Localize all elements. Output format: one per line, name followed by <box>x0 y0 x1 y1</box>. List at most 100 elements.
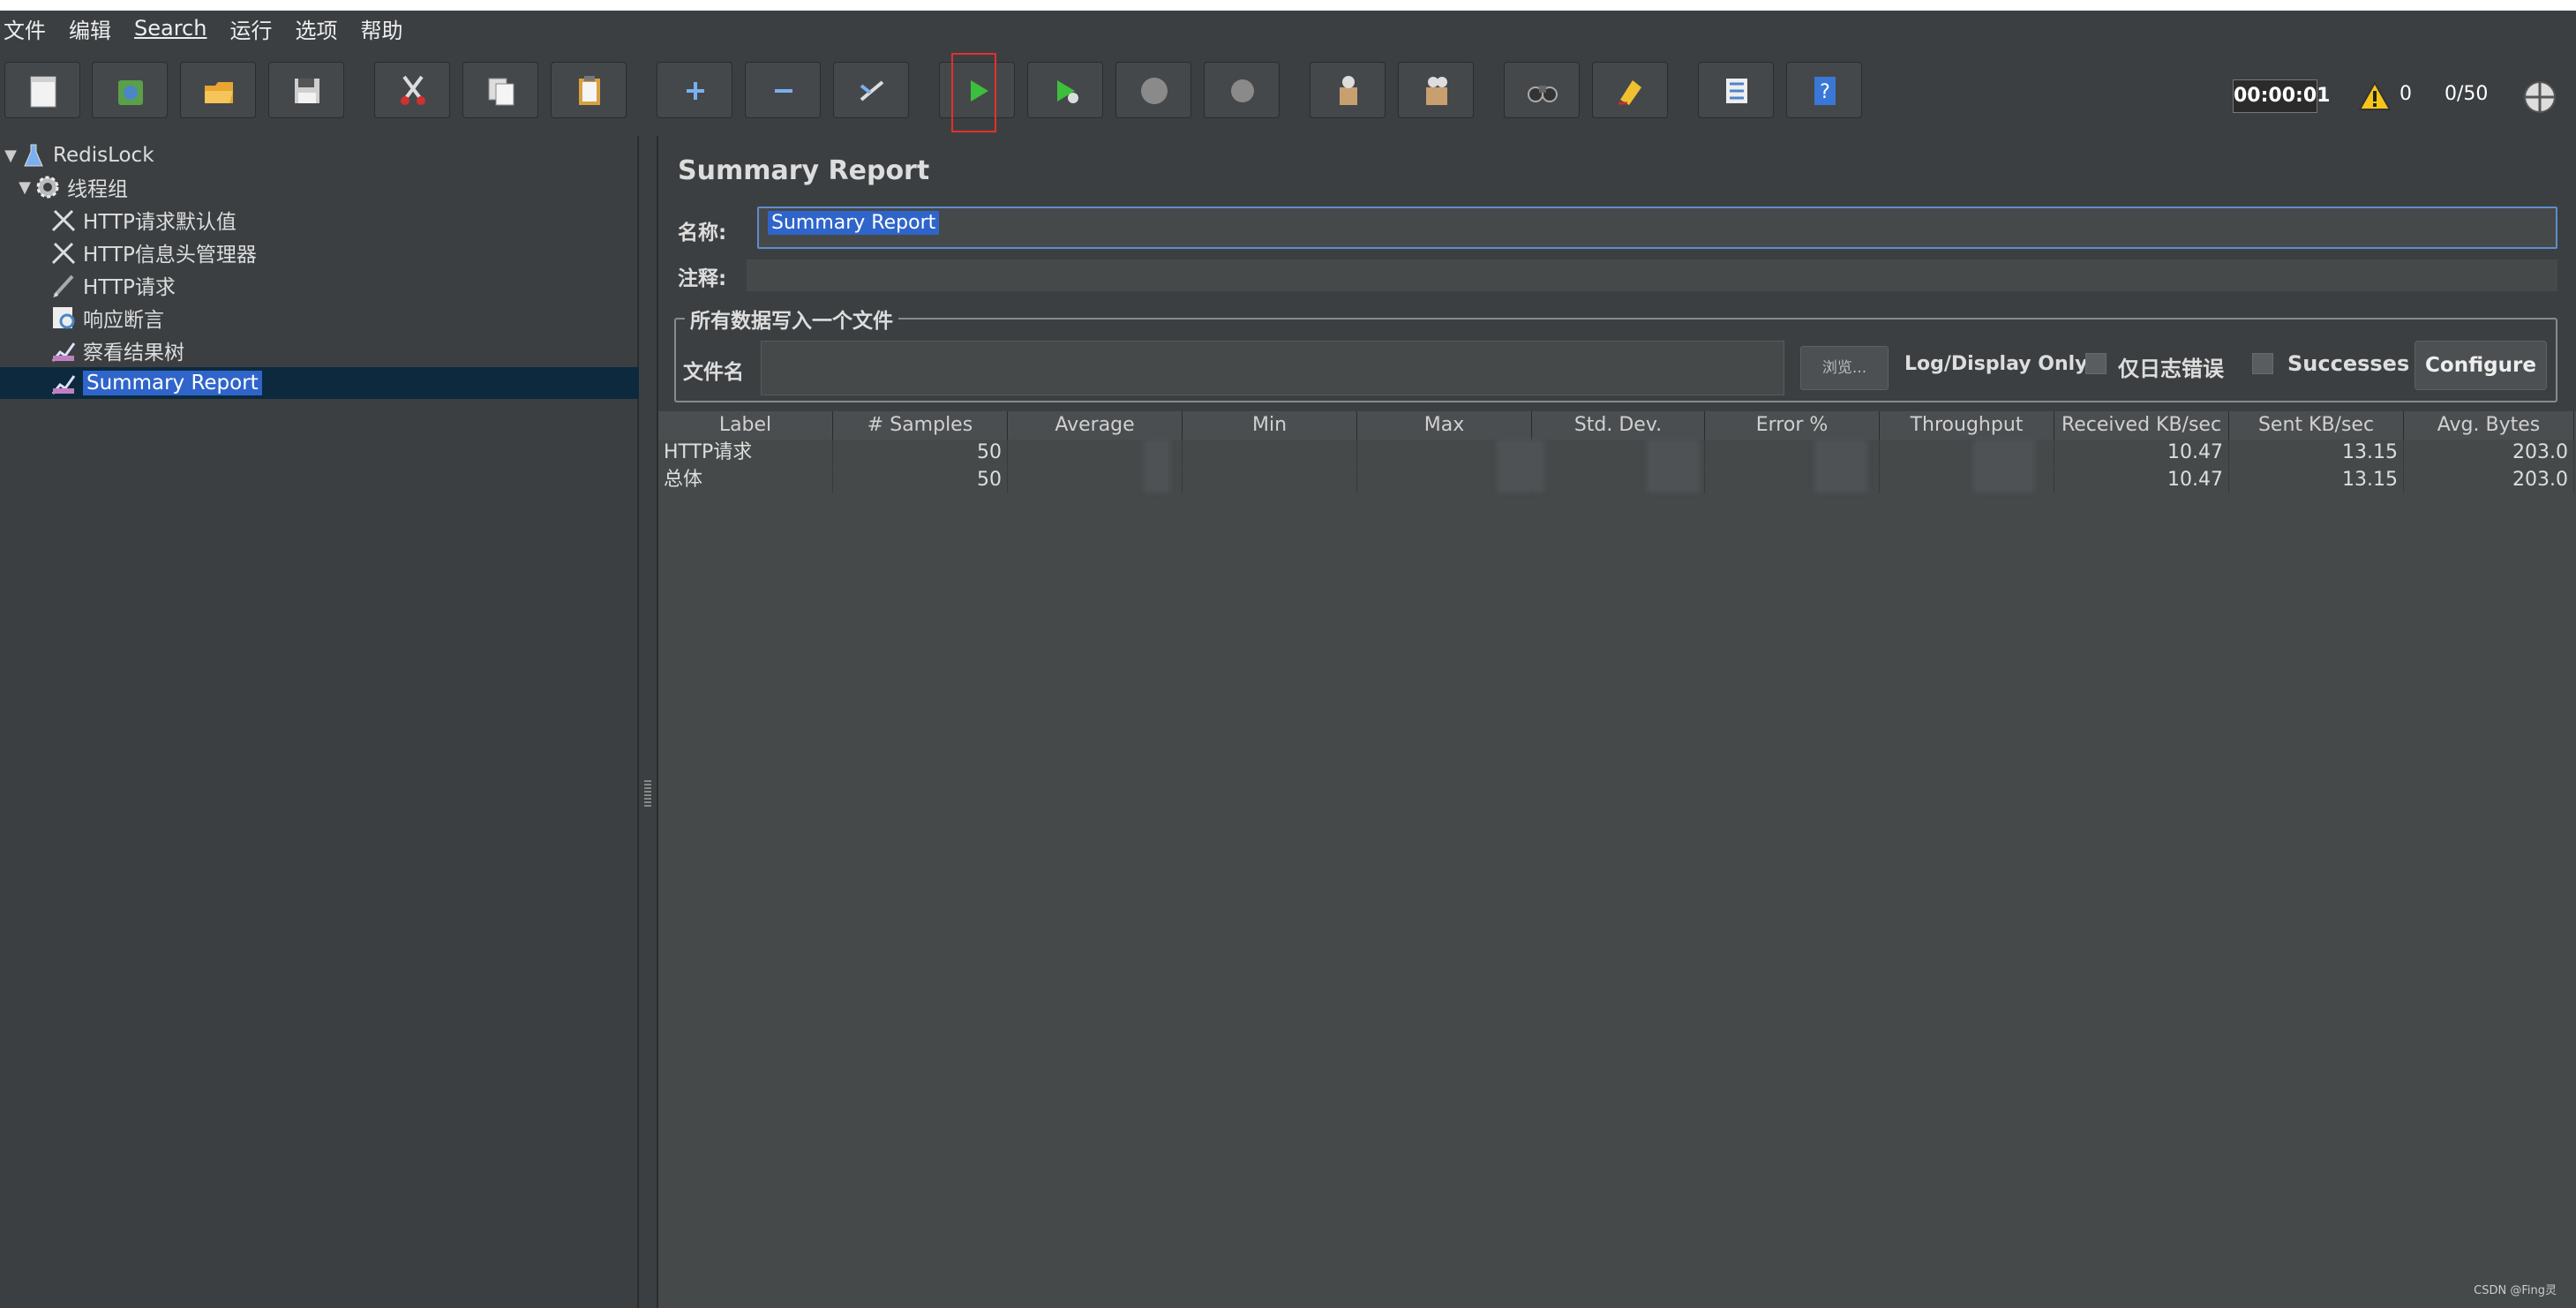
comment-label: 注释: <box>678 267 727 290</box>
cell-min <box>1183 440 1357 466</box>
expand-button[interactable] <box>657 62 732 118</box>
log-display-label: Log/Display Only: <box>1904 353 2096 375</box>
column-header[interactable]: Avg. Bytes <box>2404 411 2574 440</box>
menu-file[interactable]: 文件 <box>4 13 46 44</box>
cell-received-kb: 10.47 <box>2054 440 2229 466</box>
split-pane-divider[interactable] <box>639 136 658 1308</box>
collapse-button[interactable] <box>745 62 821 118</box>
column-header[interactable]: Received KB/sec <box>2054 411 2229 440</box>
clear-button[interactable] <box>1310 62 1386 118</box>
reset-search-icon <box>1618 80 1641 105</box>
chevron-down-icon[interactable]: ▼ <box>16 178 34 197</box>
name-field[interactable]: Summary Report <box>757 207 2557 249</box>
toggle-button[interactable] <box>833 62 909 118</box>
shutdown-button[interactable] <box>1204 62 1280 118</box>
scissors-icon <box>401 75 425 105</box>
clear-all-button[interactable] <box>1398 62 1474 118</box>
comment-field[interactable] <box>747 259 2557 291</box>
tree-item-label: HTTP信息头管理器 <box>83 244 257 267</box>
stop-button[interactable] <box>1115 62 1191 118</box>
menu-edit[interactable]: 编辑 <box>69 13 111 44</box>
tree-item-thread-group[interactable]: ▼ 线程组 <box>0 171 653 203</box>
paste-button[interactable] <box>551 62 627 118</box>
tree-item-http-request[interactable]: HTTP请求 <box>0 269 687 301</box>
new-button[interactable] <box>4 62 80 118</box>
page-title: Summary Report <box>678 155 930 186</box>
test-plan-tree: ▼ RedisLock ▼ 线程组 HTTP请求默认值 HTTP信息头管理器 H… <box>0 136 687 1308</box>
name-label: 名称: <box>678 222 727 244</box>
tree-item-summary-report[interactable]: Summary Report <box>0 367 687 399</box>
search-button[interactable] <box>1504 62 1580 118</box>
column-header[interactable]: Label <box>658 411 833 440</box>
new-file-icon <box>30 76 56 108</box>
tree-item-label: Summary Report <box>83 371 262 395</box>
configure-button[interactable]: Configure <box>2415 341 2547 390</box>
tree-item-results-tree[interactable]: 察看结果树 <box>0 335 687 366</box>
toggle-icon <box>860 80 884 101</box>
broom-icon <box>1340 76 1357 105</box>
chevron-down-icon[interactable]: ▼ <box>2 147 19 165</box>
menu-help[interactable]: 帮助 <box>360 13 402 44</box>
column-header[interactable]: Throughput <box>1880 411 2054 440</box>
redacted-region <box>1497 440 1544 492</box>
menu-bar: 文件 编辑 Search 运行 选项 帮助 <box>0 11 2576 46</box>
warning-count: 0 <box>2400 83 2412 105</box>
tree-item-http-defaults[interactable]: HTTP请求默认值 <box>0 204 687 236</box>
folder-open-icon <box>205 82 233 103</box>
menu-run[interactable]: 运行 <box>229 13 272 44</box>
toolbar: ? 00:00:01 0 0/50 <box>0 53 2576 132</box>
help-icon: ? <box>1814 77 1836 105</box>
column-header[interactable]: Max <box>1357 411 1532 440</box>
successes-checkbox[interactable] <box>2252 353 2273 374</box>
cell-sent-kb: 13.15 <box>2229 440 2404 466</box>
save-button[interactable] <box>268 62 344 118</box>
tree-item-label: RedisLock <box>53 144 154 167</box>
tree-item-label: 察看结果树 <box>83 342 184 365</box>
tree-item-label: HTTP请求 <box>83 276 176 299</box>
shutdown-icon <box>1231 79 1254 102</box>
cell-label: HTTP请求 <box>658 440 833 466</box>
menu-options[interactable]: 选项 <box>295 13 337 44</box>
cell-samples: 50 <box>833 467 1008 493</box>
tree-item-response-assertion[interactable]: 响应断言 <box>0 302 687 334</box>
results-table: HTTP请求 50 10.47 13.15 203.0 总体 50 10.47 … <box>658 440 2576 1308</box>
splitter-grip[interactable] <box>644 780 651 807</box>
templates-icon <box>118 80 143 105</box>
table-row[interactable]: HTTP请求 50 10.47 13.15 203.0 <box>658 440 2576 466</box>
remote-globe-icon[interactable] <box>2522 79 2557 115</box>
help-button[interactable]: ? <box>1786 62 1862 118</box>
tree-item-header-manager[interactable]: HTTP信息头管理器 <box>0 237 687 268</box>
list-icon <box>1726 79 1747 103</box>
active-thread-count: 0/50 <box>2445 83 2489 105</box>
start-no-pauses-button[interactable] <box>1027 62 1103 118</box>
tree-item-redislock[interactable]: ▼ RedisLock <box>0 139 639 171</box>
assertion-icon <box>53 307 75 329</box>
copy-icon <box>488 78 514 106</box>
column-header[interactable]: # Samples <box>833 411 1008 440</box>
warning-icon <box>2358 81 2392 110</box>
browse-button[interactable]: 浏览... <box>1800 346 1889 390</box>
function-helper-button[interactable] <box>1698 62 1774 118</box>
test-plan-icon <box>24 144 43 167</box>
highlight-box <box>951 53 996 132</box>
column-header[interactable]: Std. Dev. <box>1532 411 1705 440</box>
cell-label: 总体 <box>658 467 833 493</box>
open-button[interactable] <box>180 62 256 118</box>
column-header[interactable]: Error % <box>1705 411 1880 440</box>
listener-graph-icon <box>51 342 76 362</box>
menu-search[interactable]: Search <box>134 16 207 41</box>
cut-button[interactable] <box>374 62 450 118</box>
cell-avg-bytes: 203.0 <box>2404 467 2574 493</box>
cell-sent-kb: 13.15 <box>2229 467 2404 493</box>
column-header[interactable]: Average <box>1008 411 1183 440</box>
copy-button[interactable] <box>462 62 538 118</box>
config-wrench-icon <box>51 209 76 232</box>
filename-field[interactable] <box>761 341 1784 395</box>
column-header[interactable]: Min <box>1183 411 1357 440</box>
table-row[interactable]: 总体 50 10.47 13.15 203.0 <box>658 467 2576 493</box>
file-group-title: 所有数据写入一个文件 <box>685 304 898 334</box>
errors-only-checkbox[interactable] <box>2085 353 2107 374</box>
templates-button[interactable] <box>92 62 168 118</box>
reset-search-button[interactable] <box>1592 62 1668 118</box>
column-header[interactable]: Sent KB/sec <box>2229 411 2404 440</box>
